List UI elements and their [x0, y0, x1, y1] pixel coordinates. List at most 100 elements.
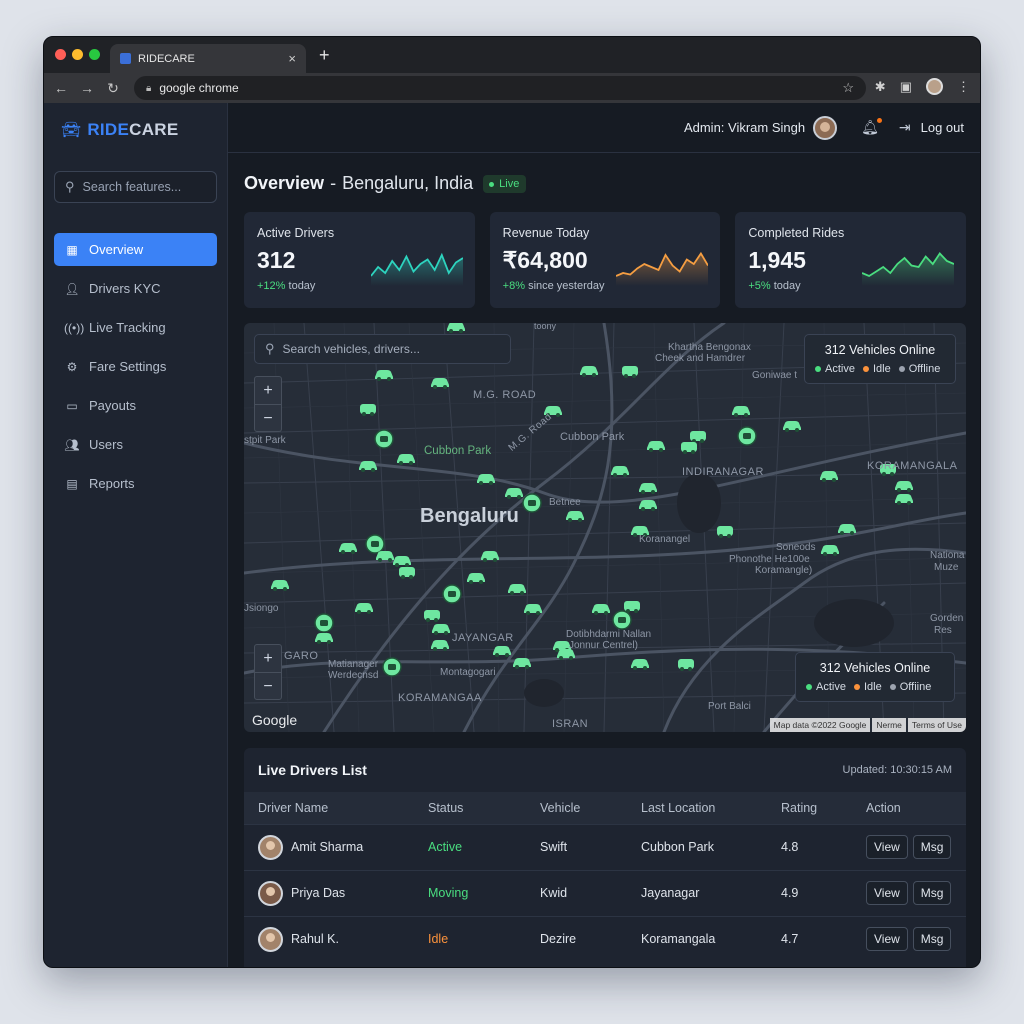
- table-row[interactable]: Rahul K. Idle Dezire Koramangala 4.7 Vie…: [244, 915, 966, 962]
- vehicle-marker-icon[interactable]: [820, 471, 838, 482]
- maximize-window-button[interactable]: [89, 49, 100, 60]
- vehicle-marker-icon[interactable]: [393, 556, 411, 567]
- vehicle-marker-icon[interactable]: [447, 323, 465, 333]
- url-text[interactable]: google chrome: [159, 81, 842, 95]
- vehicle-marker-icon[interactable]: [647, 441, 665, 452]
- vehicle-marker-icon[interactable]: [493, 646, 511, 657]
- vehicle-marker-icon[interactable]: [580, 366, 598, 377]
- zoom-out-button[interactable]: −: [255, 672, 281, 699]
- vehicle-marker-icon[interactable]: [732, 406, 750, 417]
- vehicle-marker-icon[interactable]: [631, 659, 649, 670]
- browser-menu-icon[interactable]: ⋮: [957, 79, 970, 95]
- vehicle-marker-icon[interactable]: [895, 481, 913, 492]
- view-button[interactable]: View: [866, 881, 908, 905]
- table-row[interactable]: Amit Sharma Active Swift Cubbon Park 4.8…: [244, 823, 966, 870]
- stat-card-revenue[interactable]: Revenue Today ₹64,800 +8% since yesterda…: [489, 212, 721, 308]
- col-last-location[interactable]: Last Location: [627, 792, 767, 824]
- vehicle-marker-icon[interactable]: [397, 454, 415, 465]
- vehicle-marker-icon[interactable]: [508, 584, 526, 595]
- tab-close-icon[interactable]: ×: [288, 51, 296, 66]
- vehicle-marker-icon[interactable]: [339, 543, 357, 554]
- vehicle-marker-icon[interactable]: [592, 604, 610, 615]
- vehicle-marker-icon[interactable]: [513, 658, 531, 669]
- sidebar-item-drivers-kyc[interactable]: 👤︎ Drivers KYC: [54, 272, 217, 305]
- vehicle-marker-icon[interactable]: [838, 524, 856, 535]
- vehicle-search-input[interactable]: [282, 342, 493, 356]
- view-button[interactable]: View: [866, 835, 908, 859]
- bell-icon[interactable]: 🔔︎: [861, 118, 882, 136]
- vehicle-marker-icon[interactable]: [524, 604, 542, 615]
- vehicle-marker-icon[interactable]: [612, 610, 632, 630]
- col-rating[interactable]: Rating: [767, 792, 852, 824]
- back-icon[interactable]: ←: [48, 80, 74, 96]
- sidebar-item-overview[interactable]: ▦ Overview: [54, 233, 217, 266]
- vehicle-marker-icon[interactable]: [639, 500, 657, 511]
- logout-icon[interactable]: ⇥: [899, 119, 911, 136]
- map-terms-link[interactable]: Terms of Use: [907, 718, 966, 732]
- vehicle-marker-icon[interactable]: [271, 580, 289, 591]
- vehicle-marker-icon[interactable]: [432, 624, 450, 635]
- extensions-icon[interactable]: ✱: [875, 79, 886, 95]
- vehicle-marker-icon[interactable]: [566, 511, 584, 522]
- vehicle-marker-icon[interactable]: [477, 474, 495, 485]
- vehicle-marker-icon[interactable]: [467, 573, 485, 584]
- vehicle-marker-icon[interactable]: [737, 426, 757, 446]
- browser-tab[interactable]: RIDECARE ×: [110, 44, 306, 73]
- vehicle-marker-icon[interactable]: [624, 601, 640, 613]
- stat-card-active-drivers[interactable]: Active Drivers 312 +12% today: [244, 212, 475, 308]
- table-row[interactable]: Priya Das Moving Kwid Jayanagar 4.9 View…: [244, 869, 966, 916]
- close-window-button[interactable]: [55, 49, 66, 60]
- vehicle-marker-icon[interactable]: [424, 610, 440, 622]
- vehicle-marker-icon[interactable]: [505, 488, 523, 499]
- msg-button[interactable]: Msg: [912, 835, 952, 859]
- sidebar-item-fare-settings[interactable]: ⚙︎ Fare Settings: [54, 350, 217, 383]
- map-nerme-link[interactable]: Nerme: [872, 718, 906, 732]
- vehicle-marker-icon[interactable]: [678, 659, 694, 671]
- vehicle-marker-icon[interactable]: [639, 483, 657, 494]
- vehicle-marker-icon[interactable]: [355, 603, 373, 614]
- vehicle-marker-icon[interactable]: [399, 567, 415, 579]
- forward-icon[interactable]: →: [74, 80, 100, 96]
- vehicle-marker-icon[interactable]: [314, 613, 334, 633]
- vehicle-marker-icon[interactable]: [315, 633, 333, 644]
- vehicle-marker-icon[interactable]: [360, 404, 376, 416]
- zoom-in-button[interactable]: +: [255, 377, 281, 404]
- sidebar-item-payouts[interactable]: ▭ Payouts: [54, 389, 217, 422]
- side-panel-icon[interactable]: ▣: [900, 79, 912, 95]
- view-button[interactable]: View: [866, 927, 908, 952]
- vehicle-marker-icon[interactable]: [374, 429, 394, 449]
- vehicle-marker-icon[interactable]: [611, 466, 629, 477]
- sidebar-item-users[interactable]: 👥︎ Users: [54, 428, 217, 461]
- vehicle-marker-icon[interactable]: [431, 378, 449, 389]
- msg-button[interactable]: Msg: [912, 881, 952, 905]
- stat-card-completed-rides[interactable]: Completed Rides 1,945 +5% today: [735, 212, 967, 308]
- address-bar[interactable]: 🔒︎ google chrome ☆: [134, 76, 866, 100]
- reload-icon[interactable]: ↻: [100, 80, 126, 97]
- sidebar-item-live-tracking[interactable]: ((•)) Live Tracking: [54, 311, 217, 344]
- brand-logo[interactable]: 🚘︎ RIDECARE: [54, 103, 217, 157]
- bookmark-star-icon[interactable]: ☆: [842, 80, 854, 96]
- admin-avatar[interactable]: [813, 115, 838, 140]
- vehicle-marker-icon[interactable]: [522, 493, 542, 513]
- vehicle-marker-icon[interactable]: [895, 494, 913, 505]
- col-vehicle[interactable]: Vehicle: [526, 792, 627, 824]
- vehicle-marker-icon[interactable]: [382, 657, 402, 677]
- feature-search-input[interactable]: [82, 180, 213, 194]
- vehicle-marker-icon[interactable]: [442, 584, 462, 604]
- vehicle-marker-icon[interactable]: [690, 431, 706, 443]
- vehicle-marker-icon[interactable]: [783, 421, 801, 432]
- minimize-window-button[interactable]: [72, 49, 83, 60]
- new-tab-button[interactable]: +: [319, 45, 330, 66]
- sidebar-item-reports[interactable]: ▤ Reports: [54, 467, 217, 500]
- live-map[interactable]: ⚲ + − + − M.G. ROAD M.G. Road Cubbon Par…: [244, 323, 966, 732]
- logout-button[interactable]: Log out: [921, 120, 964, 135]
- vehicle-marker-icon[interactable]: [359, 461, 377, 472]
- vehicle-marker-icon[interactable]: [821, 545, 839, 556]
- zoom-in-button[interactable]: +: [255, 645, 281, 672]
- vehicle-marker-icon[interactable]: [431, 640, 449, 651]
- vehicle-marker-icon[interactable]: [622, 366, 638, 378]
- msg-button[interactable]: Msg: [912, 927, 952, 952]
- col-status[interactable]: Status: [414, 792, 526, 824]
- vehicle-marker-icon[interactable]: [365, 534, 385, 554]
- vehicle-marker-icon[interactable]: [717, 526, 733, 538]
